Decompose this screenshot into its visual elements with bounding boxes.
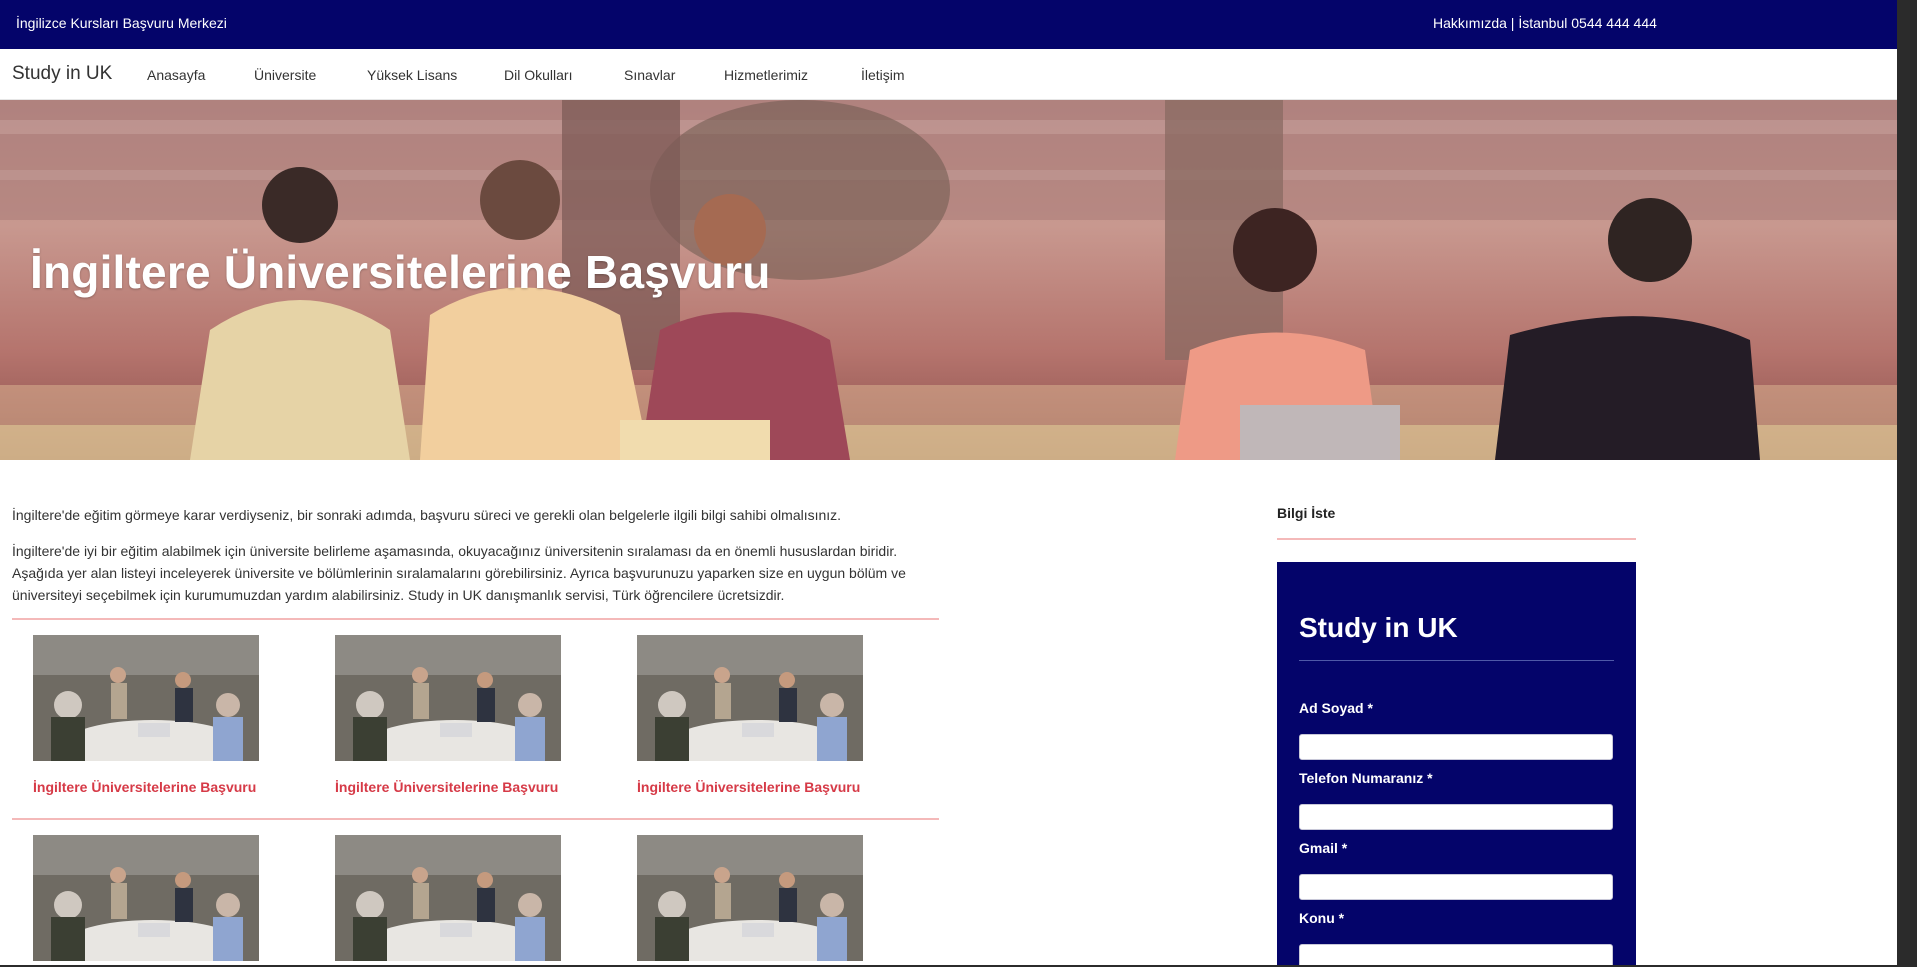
- page: İngilizce Kursları Başvuru Merkezi Hakkı…: [0, 0, 1897, 967]
- content-divider: [12, 618, 939, 620]
- card-thumbnail[interactable]: [637, 635, 863, 761]
- nav-link-hizmetlerimiz[interactable]: Hizmetlerimiz: [724, 67, 808, 83]
- top-bar-tagline: İngilizce Kursları Başvuru Merkezi: [16, 15, 227, 31]
- name-field-label: Ad Soyad *: [1299, 700, 1373, 716]
- meeting-photo: [637, 635, 863, 761]
- nav-link-dil-okullari[interactable]: Dil Okulları: [504, 67, 572, 83]
- card-caption[interactable]: İngiltere Üniversitelerine Başvuru: [637, 779, 863, 795]
- nav-link-universite[interactable]: Üniversite: [254, 67, 316, 83]
- top-bar: İngilizce Kursları Başvuru Merkezi Hakkı…: [0, 0, 1897, 49]
- card-5[interactable]: [335, 835, 561, 961]
- meeting-photo: [33, 635, 259, 761]
- nav-link-sinavlar[interactable]: Sınavlar: [624, 67, 675, 83]
- main-navbar: Study in UK Anasayfa Üniversite Yüksek L…: [0, 49, 1897, 100]
- phone-field[interactable]: [1299, 804, 1613, 830]
- card-thumbnail[interactable]: [637, 835, 863, 961]
- intro-paragraph-2: İngiltere'de iyi bir eğitim alabilmek iç…: [12, 543, 906, 603]
- card-thumbnail[interactable]: [335, 635, 561, 761]
- card-thumbnail[interactable]: [33, 635, 259, 761]
- meeting-photo: [637, 835, 863, 961]
- subject-field-label: Konu *: [1299, 910, 1345, 926]
- sidebar-divider: [1277, 538, 1636, 540]
- name-field[interactable]: [1299, 734, 1613, 760]
- card-caption[interactable]: İngiltere Üniversitelerine Başvuru: [33, 779, 259, 795]
- contact-form: Study in UK Ad Soyad * Telefon Numaranız…: [1277, 562, 1636, 967]
- content-divider: [12, 818, 939, 820]
- card-caption[interactable]: İngiltere Üniversitelerine Başvuru: [335, 779, 561, 795]
- card-thumbnail[interactable]: [335, 835, 561, 961]
- card-3[interactable]: İngiltere Üniversitelerine Başvuru: [637, 635, 863, 795]
- nav-link-anasayfa[interactable]: Anasayfa: [147, 67, 205, 83]
- form-title: Study in UK: [1299, 612, 1458, 643]
- window-scrollbar-frame: [1897, 0, 1917, 967]
- intro-paragraph-1: İngiltere'de eğitim görmeye karar verdiy…: [12, 507, 842, 523]
- sidebar-title: Bilgi İste: [1277, 505, 1336, 521]
- subject-field[interactable]: [1299, 944, 1613, 967]
- card-1[interactable]: İngiltere Üniversitelerine Başvuru: [33, 635, 259, 795]
- card-thumbnail[interactable]: [33, 835, 259, 961]
- meeting-photo: [335, 835, 561, 961]
- top-bar-contact[interactable]: Hakkımızda | İstanbul 0544 444 444: [1433, 15, 1657, 31]
- email-field-label: Gmail *: [1299, 840, 1348, 856]
- meeting-photo: [335, 635, 561, 761]
- card-4[interactable]: [33, 835, 259, 961]
- phone-field-label: Telefon Numaranız *: [1299, 770, 1433, 786]
- email-field[interactable]: [1299, 874, 1613, 900]
- form-divider: [1299, 660, 1614, 661]
- meeting-photo: [33, 835, 259, 961]
- nav-link-iletisim[interactable]: İletişim: [861, 67, 905, 83]
- hero-banner: İngiltere Üniversitelerine Başvuru: [0, 100, 1897, 460]
- brand-logo-text[interactable]: Study in UK: [12, 63, 112, 85]
- nav-link-yuksek-lisans[interactable]: Yüksek Lisans: [367, 67, 457, 83]
- card-6[interactable]: [637, 835, 863, 961]
- card-2[interactable]: İngiltere Üniversitelerine Başvuru: [335, 635, 561, 795]
- hero-title: İngiltere Üniversitelerine Başvuru: [30, 246, 771, 298]
